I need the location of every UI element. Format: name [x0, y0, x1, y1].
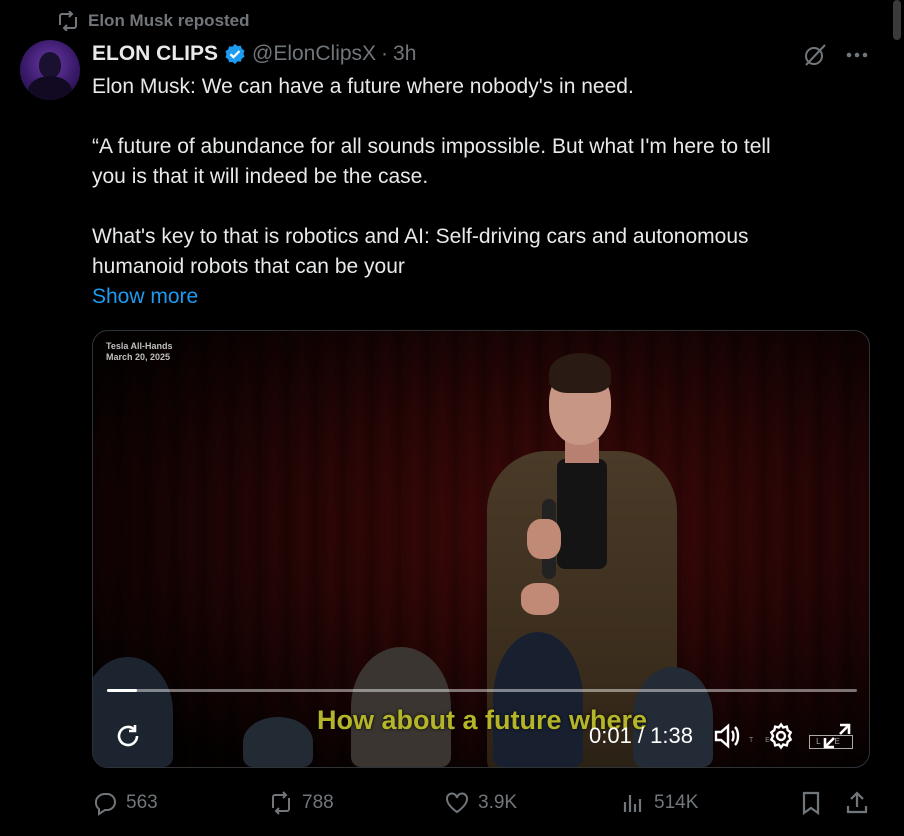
video-progress-bar[interactable]	[107, 689, 857, 692]
tweet-line: you is that it will indeed be the case.	[92, 165, 429, 188]
video-event-name: Tesla All-Hands	[106, 341, 173, 351]
scrollbar-track[interactable]	[890, 0, 904, 836]
tweet-line: What's key to that is robotics and AI: S…	[92, 225, 749, 248]
audience-head	[493, 632, 583, 767]
show-more-link[interactable]: Show more	[92, 282, 198, 312]
views-button[interactable]: 514K	[620, 788, 698, 818]
views-count: 514K	[654, 792, 699, 813]
tesla-watermark: T E	[749, 737, 775, 744]
share-icon[interactable]	[844, 790, 870, 816]
video-player[interactable]: Tesla All-Hands March 20, 2025 How about…	[92, 330, 870, 768]
like-button[interactable]: 3.9K	[444, 788, 517, 818]
repost-icon	[272, 791, 290, 815]
post-time[interactable]: 3h	[393, 42, 416, 66]
bookmark-icon[interactable]	[798, 790, 824, 816]
tweet-line: humanoid robots that can be your	[92, 255, 405, 278]
repost-count: 788	[302, 792, 334, 813]
video-progress-fill	[107, 689, 137, 692]
separator-dot: ·	[381, 42, 389, 65]
repost-label: Elon Musk reposted	[88, 11, 250, 30]
verified-badge-icon[interactable]	[224, 43, 246, 65]
volume-icon[interactable]	[713, 722, 743, 750]
repost-button[interactable]: 788	[268, 788, 334, 818]
video-time: 0:01 / 1:38	[589, 723, 693, 748]
author-name[interactable]: ELON CLIPS	[92, 42, 218, 66]
reply-icon	[94, 793, 116, 816]
author-handle[interactable]: @ElonClipsX	[252, 42, 376, 66]
action-bar: 563 788 3.9K 514K	[92, 788, 872, 818]
tweet-line: “A future of abundance for all sounds im…	[92, 135, 771, 158]
video-caption: How about a future where	[316, 705, 648, 735]
reply-button[interactable]: 563	[92, 788, 158, 818]
scrollbar-thumb[interactable]	[893, 0, 901, 40]
grok-icon[interactable]	[802, 42, 828, 68]
tweet-line: Elon Musk: We can have a future where no…	[92, 75, 634, 98]
video-event-date: March 20, 2025	[106, 352, 171, 362]
reply-count: 563	[126, 792, 158, 813]
tweet-text: Elon Musk: We can have a future where no…	[92, 72, 872, 282]
more-options-icon[interactable]	[844, 42, 870, 68]
repost-icon	[59, 11, 77, 31]
fullscreen-icon[interactable]	[821, 721, 853, 751]
settings-gear-icon[interactable]	[767, 722, 795, 750]
avatar[interactable]	[20, 40, 80, 100]
repost-indicator[interactable]: Elon Musk reposted	[56, 10, 250, 32]
heart-icon	[446, 792, 468, 814]
replay-icon[interactable]	[113, 721, 143, 751]
analytics-icon	[623, 795, 642, 812]
like-count: 3.9K	[478, 792, 518, 813]
tweet-header: ELON CLIPS @ElonClipsX · 3h	[92, 40, 416, 68]
video-overlay-title: Tesla All-Hands March 20, 2025	[106, 341, 173, 363]
